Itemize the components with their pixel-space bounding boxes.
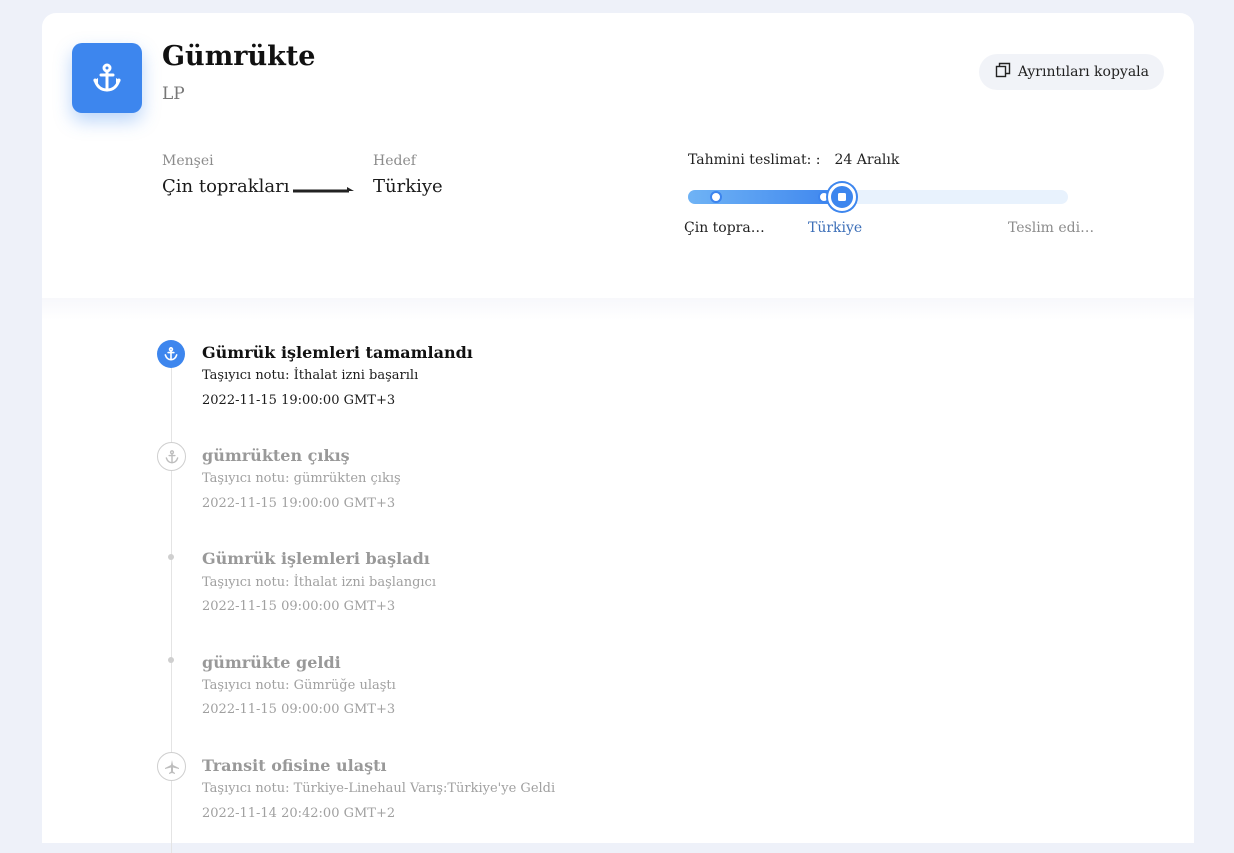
estimated-delivery: Tahmini teslimat: : 24 Aralık	[688, 152, 899, 168]
anchor-icon	[72, 43, 142, 113]
event-time: 2022-11-15 19:00:00 GMT+3	[202, 496, 396, 511]
anchor-icon	[157, 340, 185, 368]
event-title: gümrükte geldi	[202, 653, 341, 672]
page-title: Gümrükte	[162, 41, 316, 72]
copy-icon	[995, 62, 1011, 82]
timeline-dot	[168, 657, 174, 663]
copy-details-label: Ayrıntıları kopyala	[1017, 64, 1149, 80]
event-time: 2022-11-14 20:42:00 GMT+2	[202, 806, 396, 821]
airplane-icon	[157, 752, 186, 781]
eta-value: 24 Aralık	[834, 152, 900, 168]
copy-details-button[interactable]: Ayrıntıları kopyala	[978, 54, 1164, 90]
event-time: 2022-11-15 09:00:00 GMT+3	[202, 599, 396, 614]
anchor-icon	[157, 442, 186, 471]
route-arrow-icon	[293, 181, 355, 200]
origin-value: Çin toprakları	[162, 176, 290, 197]
stage-destination: Türkiye	[808, 220, 863, 236]
event-title: Transit ofisine ulaştı	[202, 756, 387, 775]
event-time: 2022-11-15 19:00:00 GMT+3	[202, 393, 396, 408]
event-note: Taşıyıcı notu: Türkiye-Linehaul Varış:Tü…	[202, 781, 556, 796]
delivery-progress-bar	[688, 183, 1068, 211]
header-divider	[42, 298, 1194, 320]
stage-delivered: Teslim edi…	[1008, 220, 1095, 236]
event-note: Taşıyıcı notu: Gümrüğe ulaştı	[202, 678, 396, 693]
event-title: Gümrük işlemleri başladı	[202, 549, 430, 568]
event-time: 2022-11-15 09:00:00 GMT+3	[202, 702, 396, 717]
shipment-header: Gümrükte LP Ayrıntıları kopyala Menşei Ç…	[42, 13, 1194, 298]
event-title: Gümrük işlemleri tamamlandı	[202, 343, 473, 362]
current-location-marker	[828, 183, 856, 211]
eta-label: Tahmini teslimat: :	[688, 152, 821, 168]
destination-value: Türkiye	[373, 176, 443, 197]
event-note: Taşıyıcı notu: gümrükten çıkış	[202, 471, 401, 486]
destination-label: Hedef	[373, 153, 416, 169]
event-note: Taşıyıcı notu: İthalat izni başlangıcı	[202, 575, 436, 590]
timeline-dot	[168, 554, 174, 560]
stage-origin: Çin topra…	[684, 220, 765, 236]
tracking-number: LP	[162, 84, 185, 104]
event-title: gümrükten çıkış	[202, 446, 350, 465]
event-note: Taşıyıcı notu: İthalat izni başarılı	[202, 368, 419, 383]
progress-stage-dot	[710, 191, 722, 203]
origin-label: Menşei	[162, 153, 214, 169]
tracking-card: Gümrükte LP Ayrıntıları kopyala Menşei Ç…	[42, 13, 1194, 853]
